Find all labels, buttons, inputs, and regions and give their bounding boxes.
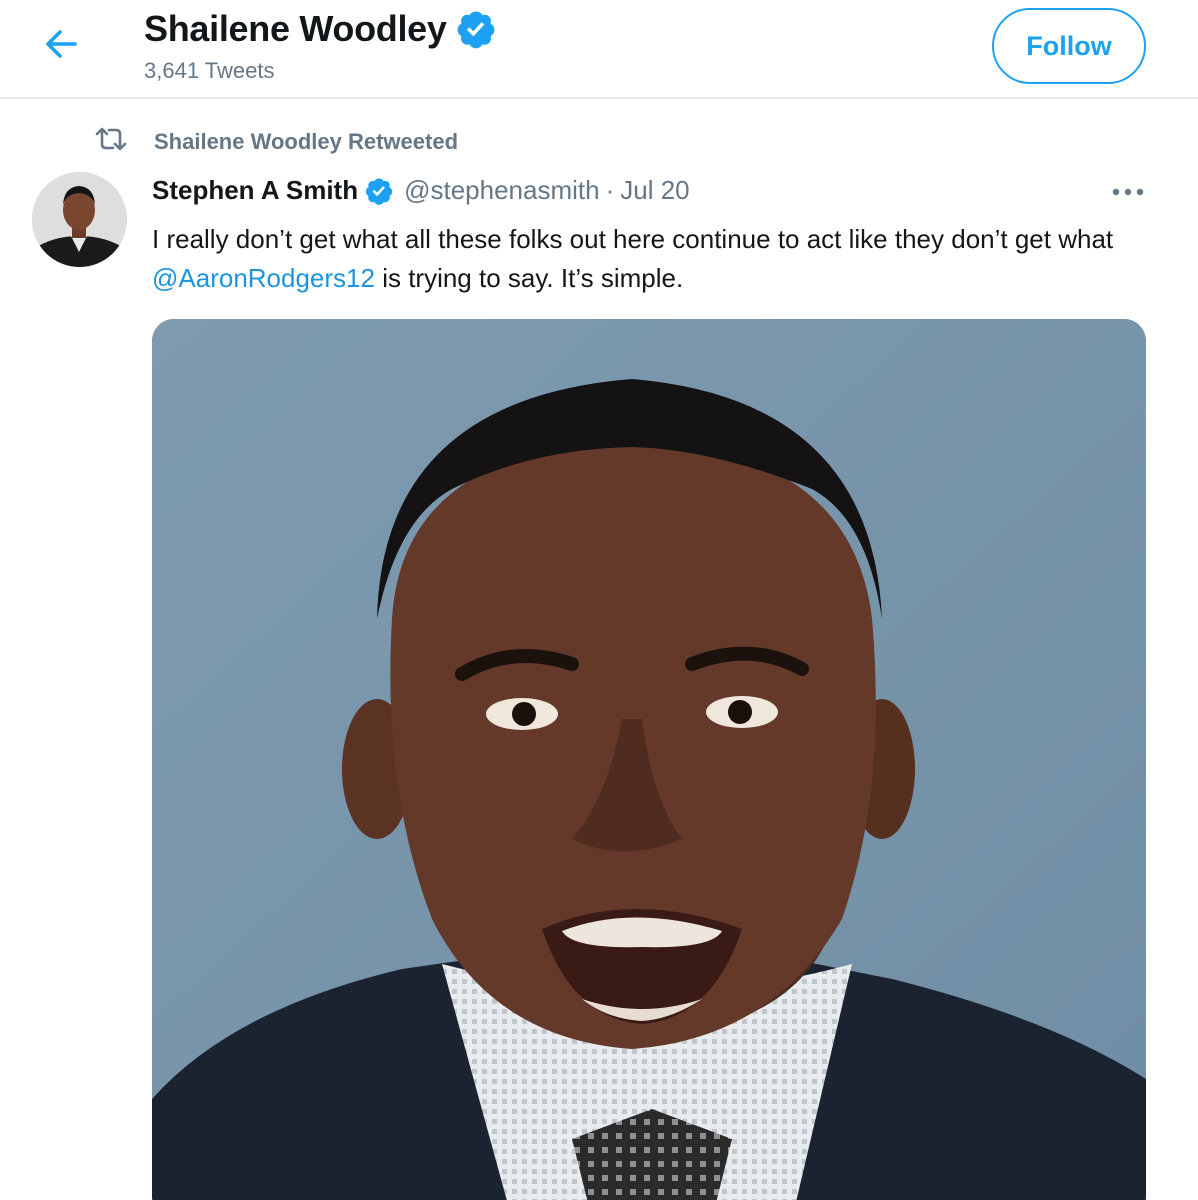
tweet-header: Stephen A Smith @stephenasmith · Jul 20: [152, 175, 690, 206]
author-avatar[interactable]: [32, 172, 127, 267]
profile-page: Shailene Woodley 3,641 Tweets Follow Sha…: [0, 0, 1198, 1200]
retweet-label[interactable]: Shailene Woodley Retweeted: [154, 129, 458, 155]
mention-link[interactable]: @AaronRodgers12: [152, 263, 375, 293]
profile-name: Shailene Woodley: [144, 8, 447, 49]
author-handle[interactable]: @stephenasmith: [404, 175, 600, 206]
tweet-date[interactable]: Jul 20: [620, 175, 689, 206]
profile-header: Shailene Woodley 3,641 Tweets Follow: [0, 0, 1198, 99]
verified-badge-icon: [455, 8, 497, 50]
media-portrait: [152, 319, 1146, 1200]
tweet-text-start: I really don’t get what all these folks …: [152, 224, 1114, 254]
follow-button[interactable]: Follow: [992, 8, 1146, 84]
retweet-icon: [94, 126, 128, 158]
tweet-text: I really don’t get what all these folks …: [152, 220, 1162, 298]
more-options-icon: [1112, 183, 1144, 201]
tweet-text-end: is trying to say. It’s simple.: [374, 263, 684, 293]
tweet-count: 3,641 Tweets: [144, 58, 275, 83]
author-name[interactable]: Stephen A Smith: [152, 175, 358, 206]
back-button[interactable]: [30, 24, 92, 68]
tweet-media-image[interactable]: [152, 319, 1146, 1200]
verified-badge-icon: [364, 176, 394, 206]
profile-title: Shailene Woodley: [144, 8, 497, 50]
more-options-button[interactable]: [1106, 176, 1150, 208]
separator: ·: [605, 175, 615, 205]
retweet-context: Shailene Woodley Retweeted: [94, 126, 458, 158]
arrow-left-icon: [44, 29, 78, 64]
